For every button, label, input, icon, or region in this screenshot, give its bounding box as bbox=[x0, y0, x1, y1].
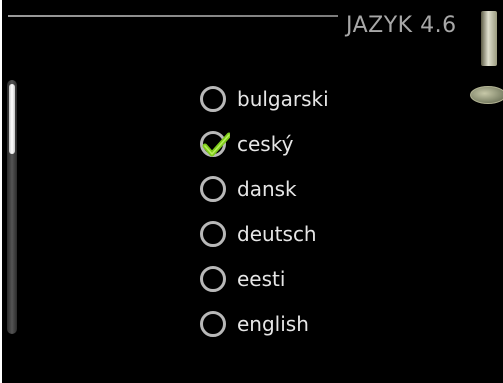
control-dial-icon[interactable] bbox=[470, 86, 503, 104]
language-option-bulgarski[interactable]: bulgarski bbox=[200, 82, 380, 116]
language-label: ceský bbox=[237, 132, 294, 156]
radio-circle-icon[interactable] bbox=[200, 266, 226, 292]
screen-border bbox=[0, 0, 2, 383]
language-label: eesti bbox=[237, 267, 286, 291]
control-knob-icon[interactable] bbox=[481, 11, 497, 66]
checkmark-glyph bbox=[202, 132, 230, 157]
language-label: deutsch bbox=[237, 222, 317, 246]
language-option-cesky[interactable]: ceský bbox=[200, 127, 380, 161]
radio-circle-icon[interactable] bbox=[200, 221, 226, 247]
language-option-deutsch[interactable]: deutsch bbox=[200, 217, 380, 251]
language-option-english[interactable]: english bbox=[200, 307, 380, 341]
language-list: bulgarski ceský dansk deutsch eesti engl… bbox=[200, 82, 380, 342]
language-option-dansk[interactable]: dansk bbox=[200, 172, 380, 206]
language-label: english bbox=[237, 312, 309, 336]
scrollbar-thumb[interactable] bbox=[9, 84, 15, 154]
radio-circle-icon[interactable] bbox=[200, 176, 226, 202]
display-screen: JAZYK 4.6 bulgarski ceský dansk deutsch bbox=[0, 0, 503, 383]
radio-circle-icon[interactable] bbox=[200, 311, 226, 337]
radio-circle-icon[interactable] bbox=[200, 86, 226, 112]
language-label: dansk bbox=[237, 177, 297, 201]
checkmark-icon[interactable] bbox=[200, 131, 230, 157]
page-title: JAZYK 4.6 bbox=[346, 13, 457, 38]
header-divider bbox=[8, 15, 338, 17]
language-label: bulgarski bbox=[237, 87, 329, 111]
language-option-eesti[interactable]: eesti bbox=[200, 262, 380, 296]
